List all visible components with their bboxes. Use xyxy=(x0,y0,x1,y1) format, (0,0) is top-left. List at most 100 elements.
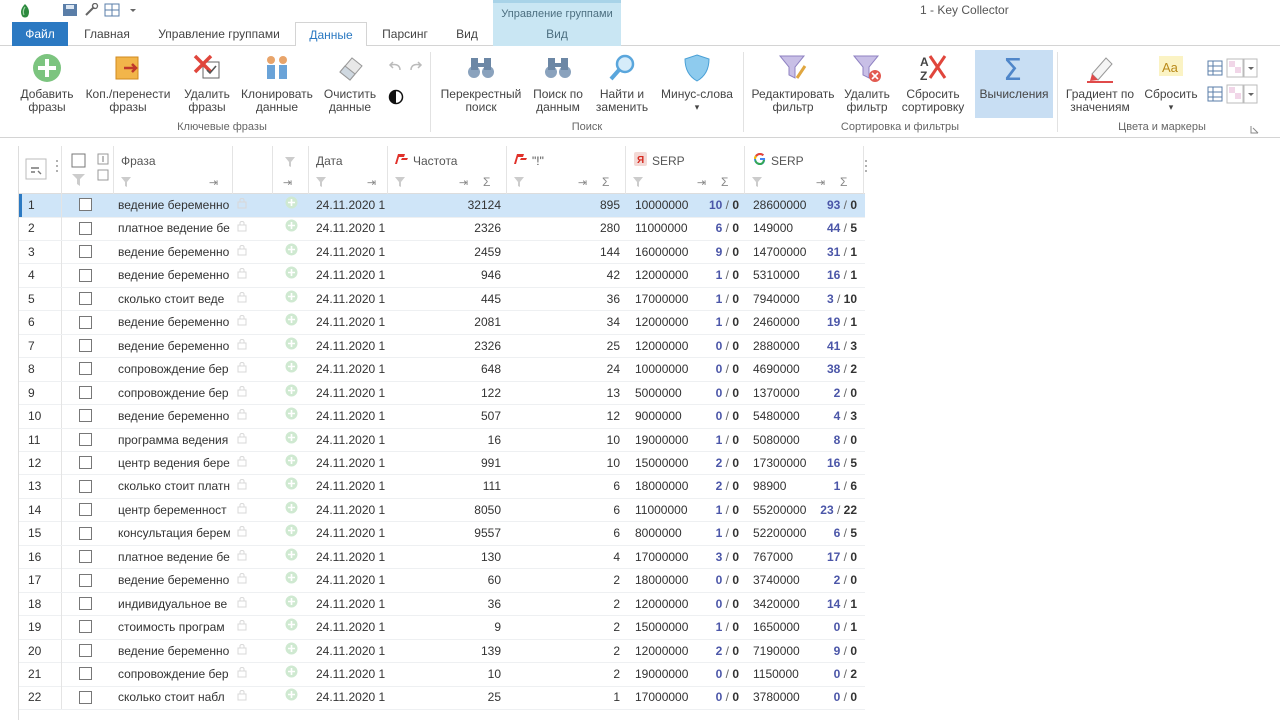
minus-words-button[interactable]: Минус-слова ▾ xyxy=(658,50,736,120)
table-row[interactable]: 4 ведение беременно 24.11.2020 1 946 42 12000… xyxy=(19,264,865,288)
phrase-cell[interactable]: стоимость програм xyxy=(118,616,230,639)
row-checkbox[interactable] xyxy=(79,405,95,428)
table-row[interactable]: 14 центр беременност 24.11.2020 1 8050 6 1100… xyxy=(19,498,865,523)
row-checkbox[interactable] xyxy=(79,569,95,592)
pin-icon[interactable]: ⇥ xyxy=(283,176,292,189)
pin-icon[interactable]: ⇥ xyxy=(367,176,376,189)
row-checkbox[interactable] xyxy=(79,663,95,686)
table-row[interactable]: 12 центр ведения бере 24.11.2020 1 991 10 150… xyxy=(19,451,865,476)
add-circle-icon[interactable] xyxy=(285,311,299,334)
filter-icon[interactable] xyxy=(751,176,763,188)
filter-icon[interactable] xyxy=(120,176,132,188)
phrase-cell[interactable]: ведение беременно xyxy=(118,405,230,428)
lock-icon[interactable] xyxy=(237,640,251,663)
clear-data-button[interactable]: Очистить данные xyxy=(320,50,380,120)
lock-icon[interactable] xyxy=(237,217,251,240)
row-checkbox[interactable] xyxy=(79,616,95,639)
lock-icon[interactable] xyxy=(237,311,251,334)
header-phrase[interactable]: Фраза ⇥ xyxy=(114,146,233,194)
row-checkbox[interactable] xyxy=(79,522,95,545)
row-checkbox[interactable] xyxy=(79,499,95,522)
tab-view[interactable]: Вид xyxy=(442,22,492,46)
sum-icon[interactable]: Σ xyxy=(483,175,490,189)
header-date[interactable]: Дата ⇥ xyxy=(309,146,388,194)
add-circle-icon[interactable] xyxy=(285,194,299,217)
header-frequency[interactable]: Частота ⇥ Σ xyxy=(388,146,507,194)
pin-icon[interactable]: ⇥ xyxy=(697,176,706,189)
row-checkbox[interactable] xyxy=(79,264,95,287)
lock-icon[interactable] xyxy=(237,593,251,616)
lock-icon[interactable] xyxy=(237,569,251,592)
color-picker-dropdown-icon[interactable] xyxy=(1226,84,1258,104)
phrase-cell[interactable]: сопровождение бер xyxy=(118,663,230,686)
lock-icon[interactable] xyxy=(237,335,251,358)
dialog-launcher-icon[interactable] xyxy=(1250,125,1259,134)
row-color-icon[interactable] xyxy=(1207,86,1223,102)
phrase-cell[interactable]: программа ведения xyxy=(118,429,230,452)
data-search-button[interactable]: Поиск по данным xyxy=(530,50,586,120)
lock-icon[interactable] xyxy=(237,663,251,686)
add-circle-icon[interactable] xyxy=(285,475,299,498)
lock-icon[interactable] xyxy=(237,452,251,475)
add-circle-icon[interactable] xyxy=(285,241,299,264)
table-row[interactable]: 2 платное ведение бе 24.11.2020 1 2326 280 11… xyxy=(19,217,865,241)
lock-icon[interactable] xyxy=(237,546,251,569)
phrase-cell[interactable]: платное ведение бе xyxy=(118,546,230,569)
gradient-button[interactable]: Градиент по значениям xyxy=(1062,50,1138,120)
row-checkbox[interactable] xyxy=(79,358,95,381)
add-circle-icon[interactable] xyxy=(285,686,299,709)
lock-icon[interactable] xyxy=(237,616,251,639)
quick-access-dropdown-icon[interactable] xyxy=(128,3,138,17)
column-chooser-icon[interactable] xyxy=(25,158,47,180)
pin-icon[interactable]: ⇥ xyxy=(578,176,587,189)
table-row[interactable]: 19 стоимость програм 24.11.2020 1 9 2 1500000… xyxy=(19,616,865,640)
table-row[interactable]: 21 сопровождение бер 24.11.2020 1 10 2 190000… xyxy=(19,663,865,687)
grid-icon[interactable] xyxy=(104,3,120,17)
phrase-cell[interactable]: ведение беременно xyxy=(118,194,230,217)
tools-icon[interactable] xyxy=(84,3,100,17)
phrase-cell[interactable]: ведение беременно xyxy=(118,311,230,334)
sum-icon[interactable]: Σ xyxy=(721,175,728,189)
tab-parsing[interactable]: Парсинг xyxy=(372,22,438,46)
add-circle-icon[interactable] xyxy=(285,640,299,663)
table-row[interactable]: 8 сопровождение бер 24.11.2020 1 648 24 10000… xyxy=(19,358,865,382)
filter-icon[interactable] xyxy=(513,176,525,188)
add-circle-icon[interactable] xyxy=(285,382,299,405)
add-circle-icon[interactable] xyxy=(285,335,299,358)
redo-icon[interactable] xyxy=(409,60,423,72)
table-row[interactable]: 15 консультация берем 24.11.2020 1 9557 6 800… xyxy=(19,522,865,546)
column-resize-handle-icon[interactable] xyxy=(863,158,869,174)
add-circle-icon[interactable] xyxy=(285,593,299,616)
row-checkbox[interactable] xyxy=(79,241,95,264)
reset-sort-button[interactable]: AZ Сбросить сортировку xyxy=(898,50,968,120)
phrase-cell[interactable]: платное ведение бе xyxy=(118,217,230,240)
tab-file[interactable]: Файл xyxy=(12,22,68,46)
phrase-cell[interactable]: ведение беременно xyxy=(118,569,230,592)
row-checkbox[interactable] xyxy=(79,288,95,311)
save-icon[interactable] xyxy=(62,3,78,17)
phrase-cell[interactable]: сколько стоит платн xyxy=(118,475,230,498)
row-checkbox[interactable] xyxy=(79,475,95,498)
contrast-icon[interactable] xyxy=(388,89,404,105)
add-circle-icon[interactable] xyxy=(285,569,299,592)
table-color-icon[interactable] xyxy=(1207,60,1223,76)
table-row[interactable]: 10 ведение беременно 24.11.2020 1 507 12 9000… xyxy=(19,405,865,429)
add-circle-icon[interactable] xyxy=(285,288,299,311)
lock-icon[interactable] xyxy=(237,499,251,522)
lock-icon[interactable] xyxy=(237,288,251,311)
add-circle-icon[interactable] xyxy=(285,358,299,381)
row-checkbox[interactable] xyxy=(79,640,95,663)
table-row[interactable]: 3 ведение беременно 24.11.2020 1 2459 144 160… xyxy=(19,240,865,265)
tab-home[interactable]: Главная xyxy=(72,22,142,46)
add-circle-icon[interactable] xyxy=(285,546,299,569)
lock-icon[interactable] xyxy=(237,382,251,405)
lock-icon[interactable] xyxy=(237,429,251,452)
table-row[interactable]: 6 ведение беременно 24.11.2020 1 2081 34 1200… xyxy=(19,311,865,335)
phrase-cell[interactable]: сколько стоит набл xyxy=(118,686,230,709)
edit-filter-button[interactable]: Редактировать фильтр xyxy=(750,50,836,120)
row-checkbox[interactable] xyxy=(79,382,95,405)
lock-icon[interactable] xyxy=(237,405,251,428)
row-checkbox[interactable] xyxy=(79,546,95,569)
row-checkbox[interactable] xyxy=(79,593,95,616)
tab-data[interactable]: Данные xyxy=(295,22,367,47)
